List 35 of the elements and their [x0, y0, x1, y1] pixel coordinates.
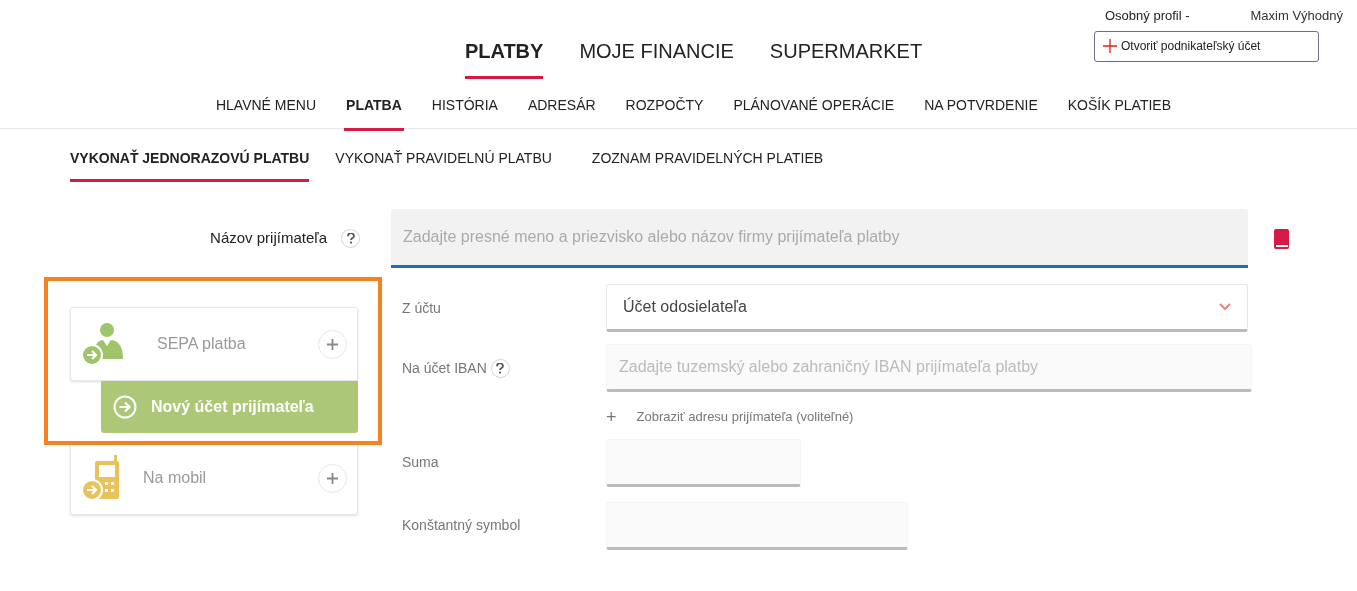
- main-nav-tab[interactable]: SUPERMARKET: [769, 36, 923, 79]
- sub-nav-tab[interactable]: NA POTVRDENIE: [922, 95, 1040, 131]
- recipient-field[interactable]: Zadajte presné meno a priezvisko alebo názov firmy prijímateľa platby: [391, 209, 1248, 268]
- payment-type-label: SEPA platba: [157, 334, 246, 354]
- main-nav-tab[interactable]: PLATBY: [464, 36, 544, 79]
- address-book-icon[interactable]: [1273, 228, 1290, 249]
- sub-nav-tab[interactable]: KOŠÍK PLATIEB: [1065, 95, 1173, 131]
- payment-tab[interactable]: VYKONAŤ JEDNORAZOVÚ PLATBU: [70, 148, 310, 182]
- amount-label: Suma: [402, 453, 440, 472]
- from-account-label: Z účtu: [402, 298, 442, 318]
- show-address-link[interactable]: Zobraziť adresu prijímateľa (voliteľné): [636, 407, 854, 427]
- chevron-down-icon: [1219, 303, 1231, 311]
- payment-tab[interactable]: VYKONAŤ PRAVIDELNÚ PLATBU: [335, 148, 552, 182]
- constant-symbol-label: Konštantný symbol: [402, 516, 522, 535]
- expand-icon[interactable]: +: [606, 407, 617, 426]
- sub-nav-tab[interactable]: ROZPOČTY: [623, 95, 706, 131]
- constant-symbol-field[interactable]: [606, 501, 908, 550]
- payment-tab[interactable]: ZOZNAM PRAVIDELNÝCH PLATIEB: [591, 148, 824, 182]
- payment-type-label: Na mobil: [143, 468, 207, 488]
- iban-field[interactable]: Zadajte tuzemský alebo zahraničný IBAN prijímateľa platby: [606, 344, 1252, 392]
- main-nav-tab[interactable]: MOJE FINANCIE: [579, 36, 734, 79]
- profile-label: Osobný profil -: [1105, 7, 1190, 25]
- amount-field[interactable]: [606, 438, 801, 487]
- sub-nav-tab[interactable]: HISTÓRIA: [429, 95, 500, 131]
- sub-nav-tab[interactable]: PLATBA: [344, 95, 404, 131]
- recipient-label: Názov prijímateľa: [209, 228, 327, 249]
- from-account-select[interactable]: Účet odosielateľa: [606, 284, 1248, 332]
- user-name[interactable]: Maxim Výhodný: [1250, 6, 1343, 26]
- sub-nav-tab[interactable]: HLAVNÉ MENU: [213, 95, 319, 131]
- sub-nav-tab[interactable]: ADRESÁR: [525, 95, 598, 131]
- iban-label-text: Na účet IBAN: [402, 358, 487, 378]
- sub-nav-tab[interactable]: PLÁNOVANÉ OPERÁCIE: [731, 95, 897, 131]
- arrow-circle-icon: [113, 395, 137, 419]
- plus-icon: [1103, 39, 1117, 53]
- open-business-account-button[interactable]: Otvoriť podnikateľský účet: [1094, 30, 1319, 62]
